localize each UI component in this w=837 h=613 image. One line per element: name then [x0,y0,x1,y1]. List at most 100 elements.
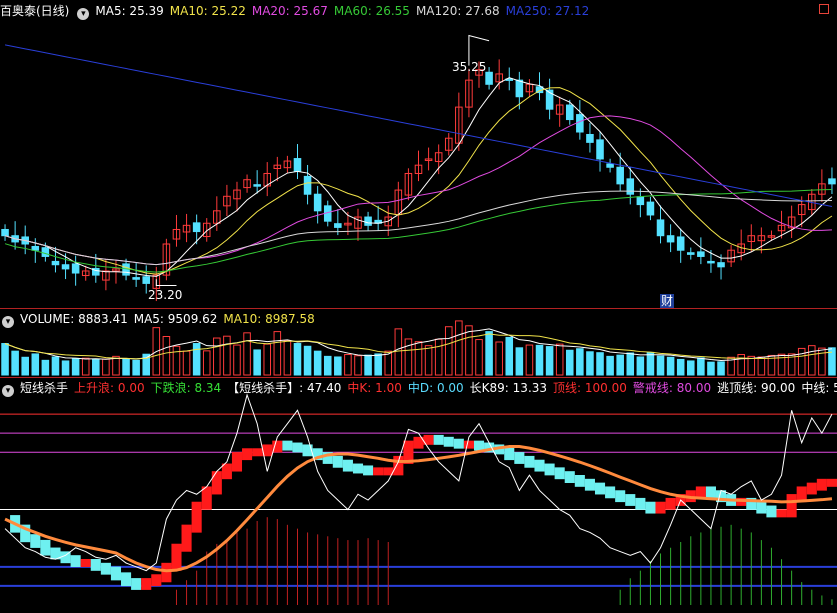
volume-bar [576,348,584,376]
medium-k-block [211,471,222,495]
volume-bar [243,332,251,376]
volume-bar [11,350,19,376]
volume-bar [202,350,211,376]
medium-k-block [544,463,555,476]
medium-k-block [191,501,202,533]
volume-bar [676,358,685,376]
volume-bar [344,354,352,376]
medium-k-block [655,501,666,514]
medium-k-block [282,440,293,451]
ma-legend-item-5: MA250: 27.12 [505,4,590,18]
indicator-legend-item-1: 上升浪: 0.00 [74,381,145,395]
candle-body [31,245,40,251]
candle-body [666,235,675,243]
volume-bar [61,360,70,376]
volume-bar [92,358,100,376]
medium-k-block [534,459,545,472]
medium-k-block [826,478,837,487]
high-price-label: 35.25 [452,60,487,74]
volume-bar [293,343,302,376]
volume-bar [424,345,433,376]
ma-legend-item-2: MA20: 25.67 [251,4,328,18]
volume-bar [394,328,403,376]
ma-legend-item-0: MA5: 25.39 [95,4,164,18]
indicator-panel-header: ▾ 短线杀手 上升浪: 0.00 下跌浪: 8.34 【短线杀手】: 47.40 中K: … [0,380,837,397]
candle-body [192,222,201,233]
volume-bar [374,353,382,376]
killer-line [4,393,833,572]
volume-menu-icon[interactable]: ▾ [2,316,14,328]
candle-body [626,178,635,195]
volume-bar [263,343,272,376]
candle-body [253,184,261,187]
price-panel-header: 百奥泰(日线) ▾ MA5: 25.39 MA10: 25.22 MA20: 25.67… [0,3,601,20]
candle-body [576,114,584,133]
close-icon[interactable] [819,4,829,14]
indicator-menu-icon[interactable]: ▾ [77,8,90,20]
volume-bar [132,359,140,376]
volume-bar [515,347,524,376]
volume-bar [565,349,574,376]
volume-bar [757,356,766,376]
indicator-legend: 短线杀手 上升浪: 0.00 下跌浪: 8.34 【短线杀手】: 47.40 中K: 1… [20,381,837,395]
volume-bar [334,356,342,376]
medium-k-block [584,478,595,491]
medium-k-block [463,440,474,449]
candle-body [697,251,705,257]
volume-bar [525,344,534,376]
volume-bar [21,356,29,376]
volume-bar [808,345,816,376]
volume-bar [686,360,695,376]
ma250-line [4,44,833,207]
volume-panel-header: ▾ VOLUME: 8883.41 MA5: 9509.62 MA10: 8987.5… [0,311,327,328]
volume-bar [535,344,544,376]
volume-bar [1,343,9,376]
medium-k-block [292,442,303,453]
indicator-legend-item-8: 警戒线: 80.00 [632,381,712,395]
volume-bar [596,352,604,376]
medium-k-block [201,486,212,510]
indicator-panel-menu-icon[interactable]: ▾ [2,385,14,397]
medium-k-block [30,534,41,548]
medium-k-block [594,482,606,495]
volume-bar [555,343,564,376]
medium-k-block [816,478,827,491]
medium-k-block [756,501,767,514]
medium-k-block [252,448,263,457]
volume-legend: VOLUME: 8883.41 MA5: 9509.62 MA10: 8987.58 [20,312,321,326]
medium-k-block [40,539,51,556]
volume-bar [797,347,806,376]
candle-body [132,277,140,280]
volume-bar [697,357,705,376]
indicator-legend-item-2: 下跌浪: 8.34 [150,381,222,395]
volume-legend-item-1: MA5: 9509.62 [133,312,218,326]
indicator-legend-item-6: 长K89: 13.33 [469,381,548,395]
candle-body [676,236,685,251]
volume-bar [586,351,594,376]
candle-body [51,260,60,266]
volume-bar [313,350,322,376]
medium-k-block [635,497,646,510]
candle-body [313,193,322,212]
candle-body [606,163,614,168]
candle-body [364,216,372,226]
volume-bar [636,356,645,376]
volume-bar [666,356,675,376]
candle-body [616,166,624,185]
volume-bar [273,331,282,376]
medium-k-block [443,436,454,447]
medium-k-block [433,434,444,445]
candle-body [71,263,80,274]
medium-k-block [524,455,535,468]
medium-k-block [171,543,182,571]
medium-k-block [332,455,343,468]
volume-bar [475,339,483,376]
candle-body [656,219,665,237]
candle-body [636,196,645,206]
finance-marker[interactable]: 财 [660,294,675,308]
candle-body [1,228,9,237]
volume-ma5-line [4,328,833,361]
volume-bar [71,358,80,376]
indicator-legend-item-9: 逃顶线: 90.00 [717,381,796,395]
medium-k-block [574,475,585,487]
